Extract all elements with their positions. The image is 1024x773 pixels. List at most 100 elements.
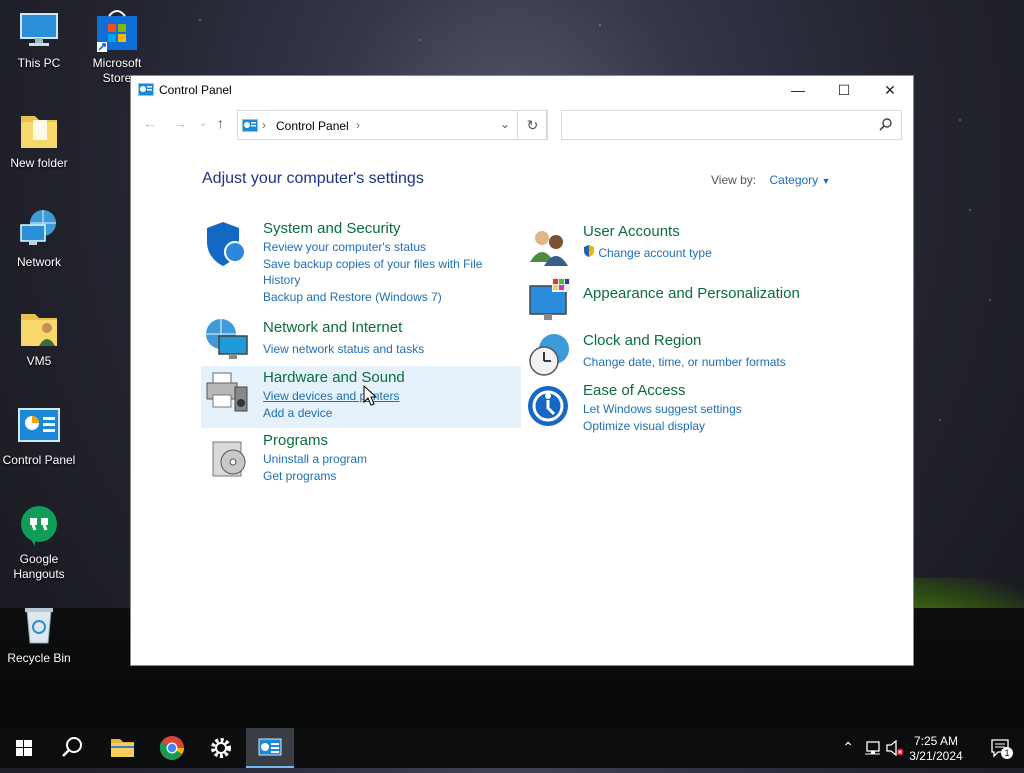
category-title-system-security[interactable]: System and Security — [263, 220, 503, 238]
view-by: View by: Category ▼ — [711, 173, 830, 187]
users-icon — [526, 224, 574, 272]
link-devices-printers[interactable]: View devices and printers — [263, 388, 503, 404]
link-change-account-type-label: Change account type — [598, 246, 712, 260]
control-panel-icon — [138, 83, 154, 96]
link-uninstall-program[interactable]: Uninstall a program — [263, 451, 503, 467]
taskbar-file-explorer[interactable] — [98, 728, 146, 768]
category-programs: Programs Uninstall a program Get program… — [263, 432, 503, 484]
action-center-button[interactable]: 1 — [990, 738, 1013, 761]
taskbar-settings[interactable] — [197, 728, 245, 768]
category-appearance: Appearance and Personalization — [583, 285, 843, 303]
page-title: Adjust your computer's settings — [202, 170, 424, 187]
search-box[interactable] — [561, 110, 902, 140]
link-backup-restore[interactable]: Backup and Restore (Windows 7) — [263, 289, 503, 305]
desktop-icon-label: Google Hangouts — [13, 552, 65, 581]
category-ease-of-access: Ease of Access Let Windows suggest setti… — [583, 382, 843, 434]
search-button[interactable] — [48, 728, 96, 768]
category-title-user-accounts[interactable]: User Accounts — [583, 223, 823, 241]
breadcrumb-separator: › — [262, 118, 266, 132]
desktop-icon-label: This PC — [17, 56, 61, 70]
refresh-icon: ↻ — [526, 117, 539, 133]
control-panel-icon — [242, 119, 258, 135]
network-globe-icon — [203, 316, 251, 364]
notification-count: 1 — [1001, 747, 1013, 759]
up-arrow-icon[interactable]: ↑ — [217, 115, 224, 131]
title-bar[interactable]: Control Panel — ☐ ✕ — [131, 76, 913, 104]
link-review-status[interactable]: Review your computer's status — [263, 239, 503, 255]
network-status-icon[interactable] — [864, 740, 881, 759]
view-by-label: View by: — [711, 173, 757, 187]
desktop-icon-network[interactable]: Network — [0, 207, 78, 270]
link-optimize-display[interactable]: Optimize visual display — [583, 418, 843, 434]
category-title-ease-of-access[interactable]: Ease of Access — [583, 382, 843, 400]
taskbar-control-panel[interactable] — [246, 728, 294, 768]
address-dropdown-chevron-icon[interactable]: ⌄ — [500, 117, 510, 131]
link-windows-suggest[interactable]: Let Windows suggest settings — [583, 401, 843, 417]
category-title-programs[interactable]: Programs — [263, 432, 503, 450]
desktop-icon-label: Recycle Bin — [7, 651, 71, 665]
address-bar[interactable]: › Control Panel › ⌄ — [237, 110, 547, 140]
clock-globe-icon — [526, 331, 574, 379]
clock-date: 3/21/2024 — [909, 749, 963, 763]
appearance-monitor-icon — [526, 276, 574, 324]
search-icon[interactable] — [879, 117, 893, 136]
link-date-time-formats[interactable]: Change date, time, or number formats — [583, 354, 843, 370]
start-button[interactable] — [0, 728, 48, 768]
link-network-status[interactable]: View network status and tasks — [263, 341, 503, 357]
desktop-icon-label: Control Panel — [2, 453, 76, 467]
desktop-icon-this-pc[interactable]: This PC — [0, 8, 78, 71]
show-hidden-icons-chevron-icon[interactable]: ⌃ — [842, 739, 854, 756]
view-by-value: Category — [769, 173, 819, 187]
recent-locations-chevron-icon[interactable]: ⌄ — [199, 118, 207, 129]
control-panel-icon — [17, 405, 61, 449]
category-clock-region: Clock and Region Change date, time, or n… — [583, 332, 843, 370]
maximize-button[interactable]: ☐ — [821, 76, 867, 104]
category-title-hardware-sound[interactable]: Hardware and Sound — [263, 369, 503, 387]
taskbar: ⌃ 7:25 AM 3/21/2024 1 — [0, 728, 1024, 768]
link-change-account-type[interactable]: Change account type — [583, 245, 823, 261]
desktop-icon-label: VM5 — [26, 354, 52, 368]
windows-logo-icon — [16, 740, 32, 756]
clock[interactable]: 7:25 AM 3/21/2024 — [906, 734, 966, 764]
ease-of-access-icon — [526, 382, 574, 430]
taskbar-chrome[interactable] — [148, 728, 196, 768]
folder-icon — [111, 739, 134, 757]
gear-icon — [211, 738, 231, 758]
recycle-bin-icon — [17, 603, 61, 647]
monitor-icon — [17, 8, 61, 52]
search-input[interactable] — [566, 114, 870, 138]
view-by-dropdown[interactable]: Category ▼ — [769, 173, 830, 187]
category-title-clock-region[interactable]: Clock and Region — [583, 332, 843, 350]
category-network-internet: Network and Internet View network status… — [263, 319, 503, 357]
shield-icon — [203, 220, 251, 268]
control-panel-window: Control Panel — ☐ ✕ ← → ⌄ ↑ › Control Pa… — [130, 75, 914, 666]
programs-disc-icon — [207, 434, 255, 482]
desktop-icon-google-hangouts[interactable]: Google Hangouts — [0, 504, 78, 582]
forward-arrow-icon[interactable]: → — [173, 115, 187, 131]
desktop-icon-label: New folder — [10, 156, 68, 170]
desktop-icon-label: Network — [16, 255, 61, 269]
link-file-history[interactable]: Save backup copies of your files with Fi… — [263, 256, 493, 288]
close-button[interactable]: ✕ — [867, 76, 913, 104]
category-system-security: System and Security Review your computer… — [263, 220, 503, 305]
desktop-icon-vm5[interactable]: VM5 — [0, 306, 78, 369]
breadcrumb-control-panel[interactable]: Control Panel — [276, 119, 349, 133]
category-hardware-sound: Hardware and Sound View devices and prin… — [263, 369, 503, 421]
mouse-cursor-icon — [363, 384, 378, 412]
desktop-icon-new-folder[interactable]: New folder — [0, 108, 78, 171]
link-add-device[interactable]: Add a device — [263, 405, 503, 421]
category-title-network-internet[interactable]: Network and Internet — [263, 319, 503, 337]
volume-muted-icon[interactable] — [886, 739, 904, 759]
desktop-icon-control-panel[interactable]: Control Panel — [0, 405, 78, 468]
category-title-appearance[interactable]: Appearance and Personalization — [583, 285, 843, 303]
minimize-button[interactable]: — — [775, 76, 821, 104]
refresh-button[interactable]: ↻ — [517, 110, 548, 140]
search-icon — [62, 737, 82, 757]
desktop-icon-recycle-bin[interactable]: Recycle Bin — [0, 603, 78, 666]
back-arrow-icon[interactable]: ← — [143, 115, 157, 131]
clock-time: 7:25 AM — [913, 734, 959, 748]
breadcrumb-separator[interactable]: › — [356, 118, 360, 132]
category-user-accounts: User Accounts Change account type — [583, 223, 823, 261]
window-title: Control Panel — [159, 83, 232, 97]
link-get-programs[interactable]: Get programs — [263, 468, 503, 484]
